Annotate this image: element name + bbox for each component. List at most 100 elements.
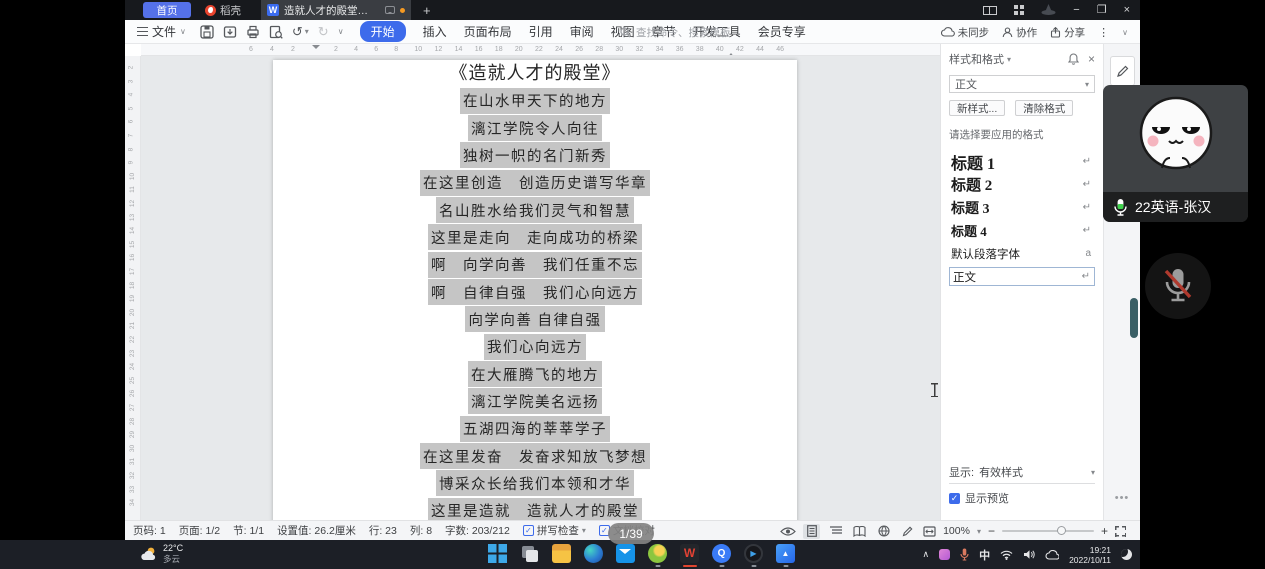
collaborate-button[interactable]: 协作 — [1002, 25, 1037, 40]
panel-close-icon[interactable]: × — [1088, 52, 1095, 66]
speaker-icon[interactable] — [1023, 549, 1035, 560]
tray-app-icon[interactable] — [939, 549, 950, 560]
clear-format-button[interactable]: 清除格式 — [1015, 100, 1073, 116]
eye-protect-icon[interactable] — [780, 526, 796, 537]
style-item-标题 3[interactable]: 标题 3↵ — [941, 196, 1103, 219]
zoom-level[interactable]: 100% — [943, 525, 970, 537]
tab-document[interactable]: W 造就人才的殿堂歌词.docx — [261, 0, 411, 20]
ribbon-tab-开始[interactable]: 开始 — [360, 21, 406, 42]
sync-status[interactable]: 未同步 — [941, 25, 990, 40]
onedrive-icon[interactable] — [1045, 550, 1059, 560]
night-mode-icon[interactable] — [1121, 549, 1132, 560]
taskbar-weather-widget[interactable]: 22°C 多云 — [140, 543, 183, 564]
writing-mode-button[interactable] — [899, 524, 916, 539]
right-indent-icon[interactable] — [727, 49, 735, 56]
export-icon[interactable] — [223, 25, 237, 39]
taskbar-app-explorer[interactable] — [552, 544, 571, 563]
style-item-标题 1[interactable]: 标题 1↵ — [941, 150, 1103, 173]
customize-toolbar-icon[interactable]: ∨ — [338, 27, 344, 36]
ribbon-tab-会员专享[interactable]: 会员专享 — [758, 23, 806, 40]
new-tab-button[interactable]: + — [423, 3, 431, 18]
taskbar-app-quark[interactable]: Q — [712, 544, 731, 563]
undo-button[interactable]: ↺▾ — [292, 24, 309, 40]
read-layout-button[interactable] — [851, 524, 868, 539]
muted-mic-button[interactable] — [1145, 253, 1211, 319]
taskbar-app-edge[interactable] — [584, 544, 603, 563]
taskbar-app-netdisk[interactable]: ▲ — [776, 544, 795, 563]
minimize-button[interactable]: − — [1073, 5, 1079, 15]
page-progress-indicator: 1/39 — [608, 523, 654, 544]
doc-line: 在山水甲天下的地方 — [273, 87, 797, 114]
strip-more-icon[interactable]: ••• — [1104, 492, 1140, 504]
zoom-slider-knob[interactable] — [1057, 526, 1066, 535]
taskbar-app-player[interactable]: ▶ — [744, 544, 763, 563]
zoom-in-button[interactable]: + — [1101, 524, 1108, 538]
doc-line: 独树一帜的名门新秀 — [273, 142, 797, 169]
undo-caret-icon[interactable]: ▾ — [305, 27, 309, 36]
vertical-scrollbar[interactable] — [1130, 298, 1138, 338]
panel-title-caret-icon[interactable]: ▾ — [1007, 55, 1011, 64]
style-item-标题 4[interactable]: 标题 4↵ — [941, 219, 1103, 242]
save-icon[interactable] — [200, 25, 214, 39]
participant-video-tile[interactable]: 22英语-张汉 — [1103, 85, 1248, 222]
indent-marker[interactable] — [312, 45, 321, 56]
document-page[interactable]: 《造就人才的殿堂》 在山水甲天下的地方漓江学院令人向往独树一帜的名门新秀在这里创… — [273, 60, 797, 520]
fullscreen-icon[interactable] — [1115, 526, 1126, 537]
redo-button[interactable]: ↻ — [318, 24, 329, 40]
taskbar-app-taskview[interactable] — [520, 544, 539, 563]
ink-annotation-tool[interactable] — [1110, 56, 1135, 86]
app-grid-icon[interactable] — [1014, 5, 1024, 15]
page-view-button[interactable] — [803, 524, 820, 539]
file-menu[interactable]: 文件 ∨ — [137, 23, 186, 40]
skin-theme-icon[interactable] — [1041, 4, 1056, 16]
ribbon-tab-审阅[interactable]: 审阅 — [570, 23, 594, 40]
ribbon-tab-页面布局[interactable]: 页面布局 — [464, 23, 512, 40]
show-preview-checkbox[interactable]: ✓ 显示预览 — [949, 490, 1095, 506]
style-item-正文[interactable]: 正文↵ — [949, 267, 1095, 286]
collapse-ribbon-icon[interactable]: ∨ — [1122, 28, 1128, 37]
tab-home[interactable]: 首页 — [143, 2, 191, 18]
vertical-ruler[interactable]: 2345678910111213141516171819202122232425… — [125, 56, 141, 520]
ribbon-tab-引用[interactable]: 引用 — [529, 23, 553, 40]
tray-clock[interactable]: 19:21 2022/10/11 — [1069, 545, 1111, 565]
print-icon[interactable] — [246, 25, 260, 39]
outline-view-button[interactable] — [827, 524, 844, 539]
doc-line: 向学向善 自律自强 — [273, 306, 797, 333]
ruler-number: 22 — [129, 336, 136, 343]
print-preview-icon[interactable] — [269, 25, 283, 39]
mic-in-use-icon[interactable] — [960, 548, 969, 561]
taskbar-apps: WQ ▶ ▲ — [488, 544, 795, 563]
share-button[interactable]: 分享 — [1050, 25, 1085, 40]
restore-button[interactable]: ❐ — [1097, 5, 1107, 15]
taskbar-app-globe[interactable] — [648, 544, 667, 563]
document-canvas[interactable]: 《造就人才的殿堂》 在山水甲天下的地方漓江学院令人向往独树一帜的名门新秀在这里创… — [141, 56, 940, 520]
spell-check-toggle[interactable]: ✓ 拼写检查 ▾ — [523, 523, 586, 538]
taskbar-app-start[interactable] — [488, 544, 507, 563]
show-caret-icon: ▾ — [1091, 468, 1095, 477]
taskbar-app-mail[interactable] — [616, 544, 635, 563]
wifi-icon[interactable] — [1000, 550, 1013, 560]
tray-expand-icon[interactable]: ∧ — [922, 549, 929, 560]
style-item-标题 2[interactable]: 标题 2↵ — [941, 173, 1103, 196]
fit-page-icon[interactable] — [923, 526, 936, 537]
taskbar-app-wps[interactable]: W — [680, 544, 699, 563]
close-button[interactable]: × — [1124, 5, 1130, 15]
zoom-caret-icon[interactable]: ▾ — [977, 527, 981, 536]
zoom-slider[interactable] — [1002, 530, 1094, 532]
show-filter-dropdown[interactable]: 显示: 有效样式 ▾ — [949, 464, 1095, 484]
new-style-button[interactable]: 新样式... — [949, 100, 1005, 116]
tray-date: 2022/10/11 — [1069, 555, 1111, 565]
more-options-icon[interactable]: ⋮ — [1098, 26, 1109, 39]
zoom-out-button[interactable]: − — [988, 524, 995, 538]
web-layout-button[interactable] — [875, 524, 892, 539]
current-style-dropdown[interactable]: 正文 ▾ — [949, 75, 1095, 93]
quick-access-toolbar: ↺▾ ↻ ∨ — [200, 24, 344, 40]
comment-bubble-icon[interactable] — [385, 6, 395, 14]
tab-docer[interactable]: 稻壳 — [205, 3, 241, 18]
ribbon-tab-插入[interactable]: 插入 — [423, 23, 447, 40]
ime-indicator[interactable]: 中 — [979, 547, 990, 563]
bell-icon[interactable] — [1068, 53, 1079, 65]
style-item-默认段落字体[interactable]: 默认段落字体a — [941, 242, 1103, 265]
split-view-icon[interactable] — [983, 6, 997, 15]
command-search[interactable]: 查找命令、搜索模板 — [620, 24, 731, 40]
